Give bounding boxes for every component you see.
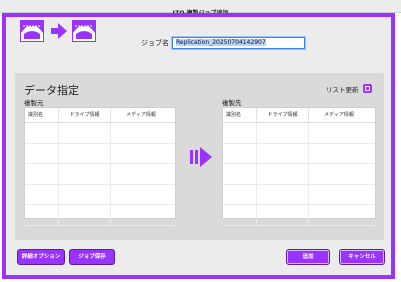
table-row[interactable] [223,143,375,164]
table-row[interactable] [223,123,375,144]
column-header-drive[interactable]: ドライブ情報 [257,108,309,122]
column-header-drive[interactable]: ドライブ情報 [59,108,111,122]
table-row[interactable] [223,184,375,205]
move-right-arrow-icon[interactable] [190,147,212,167]
list-update-checkbox[interactable] [363,84,372,93]
table-row[interactable] [25,123,175,144]
job-name-value: Replication_20250704142907 [176,39,266,46]
data-spec-title: データ指定 [24,84,79,97]
add-button[interactable]: 追加 [286,249,330,265]
window-titlebar: LTO 複製ジョブ追加 [0,0,401,17]
source-table[interactable]: 識別名 ドライブ情報 メディア情報 [24,107,176,226]
table-row[interactable] [223,164,375,185]
column-header-media[interactable]: メディア情報 [309,108,369,122]
tape-source-icon [20,20,44,42]
table-row[interactable] [25,205,175,226]
source-label: 複製元 [24,99,44,107]
list-update-label: リスト更新 [326,86,359,94]
arrow-right-icon [51,23,67,39]
source-table-header: 識別名 ドライブ情報 メディア情報 [25,108,175,123]
column-header-media[interactable]: メディア情報 [111,108,171,122]
destination-table[interactable]: 識別名 ドライブ情報 メディア情報 [222,107,376,226]
table-row[interactable] [25,184,175,205]
job-name-field[interactable]: Replication_20250704142907 [172,37,305,49]
table-row[interactable] [25,164,175,185]
table-row[interactable] [25,143,175,164]
column-header-id[interactable]: 識別名 [223,108,257,122]
destination-label: 複製先 [222,99,242,107]
job-name-label: ジョブ名 [141,39,169,47]
destination-table-header: 識別名 ドライブ情報 メディア情報 [223,108,375,123]
save-job-button[interactable]: ジョブ保存 [69,249,115,265]
detail-options-button[interactable]: 詳細オプション [17,249,65,265]
table-row[interactable] [223,205,375,226]
column-header-id[interactable]: 識別名 [25,108,59,122]
cancel-button[interactable]: キャンセル [339,249,385,265]
tape-destination-icon [72,20,96,42]
